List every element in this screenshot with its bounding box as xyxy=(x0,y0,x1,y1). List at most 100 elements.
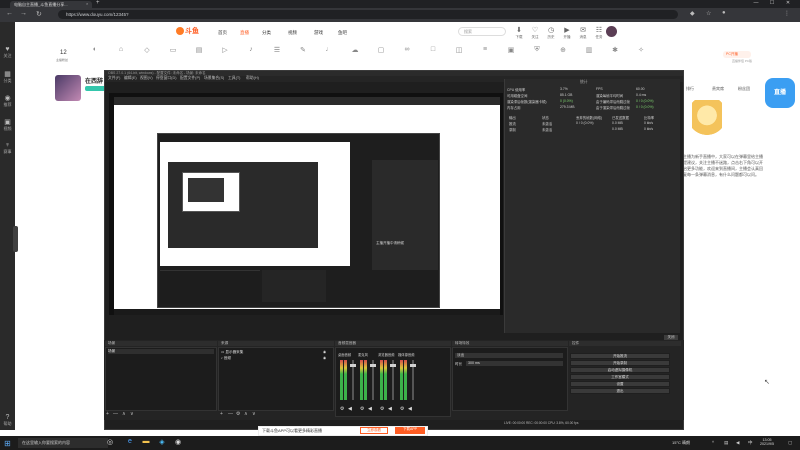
maximize-icon[interactable]: ☐ xyxy=(764,0,780,6)
remove-scene-button[interactable]: — xyxy=(113,411,118,417)
source-item-audio[interactable]: ♪ 音频 xyxy=(221,356,231,361)
nav-game[interactable]: 游戏 xyxy=(314,30,323,36)
site-search-input[interactable]: 搜索 xyxy=(458,27,506,36)
image-icon[interactable]: ▭ xyxy=(166,46,180,54)
obs-taskbar-icon[interactable]: ◉ xyxy=(172,438,184,448)
virtual-camera-button[interactable]: 启动虚拟摄像机 xyxy=(570,367,670,373)
sidebar-item-match[interactable]: ♆ 赛事 xyxy=(2,142,13,155)
extension-icon[interactable]: ◆ xyxy=(690,10,695,17)
banner-download-button[interactable]: 下载APP xyxy=(395,427,425,434)
nav-live[interactable]: 直播 xyxy=(240,30,249,36)
obs-menu-tools[interactable]: 工具(T) xyxy=(228,76,240,81)
rank-tab[interactable]: 排行 xyxy=(686,86,694,92)
browser-menu-icon[interactable]: ⋮ xyxy=(784,10,790,17)
settings-button[interactable]: 设置 xyxy=(570,381,670,387)
taskbar-clock[interactable]: 13:05 2021/9/5 xyxy=(760,438,774,446)
music-icon[interactable]: ♪ xyxy=(244,46,258,53)
windows-start-icon[interactable]: ⊞ xyxy=(4,439,11,448)
speaker-icon[interactable]: ◀ xyxy=(388,406,392,412)
add-source-button[interactable]: + xyxy=(220,411,223,417)
chart-icon[interactable]: ▥ xyxy=(582,46,596,54)
square-icon[interactable]: □ xyxy=(426,46,440,53)
visibility-eye-icon[interactable]: ◉ xyxy=(323,356,326,360)
star-icon[interactable]: ✧ xyxy=(634,46,648,54)
file-explorer-icon[interactable]: ▬ xyxy=(140,438,152,448)
volume-icon[interactable]: ◀ xyxy=(736,440,739,446)
fader-knob[interactable] xyxy=(370,364,376,367)
cloud-icon[interactable]: ☁ xyxy=(348,46,362,54)
address-bar[interactable]: https://www.douyu.com/12345? xyxy=(58,10,678,19)
tab-close-icon[interactable]: × xyxy=(86,1,88,6)
toggle-icon[interactable]: ◐ xyxy=(88,46,102,53)
fader-knob[interactable] xyxy=(350,364,356,367)
vip-tab[interactable]: 贵宾席 xyxy=(712,86,724,92)
transition-select[interactable]: 淡出 xyxy=(455,353,563,358)
link-icon[interactable]: ∞ xyxy=(400,46,414,53)
sidebar-item-video[interactable]: ▣ 视频 xyxy=(2,118,13,132)
gear-icon[interactable]: ⚙ xyxy=(340,406,344,412)
nav-video[interactable]: 视频 xyxy=(288,30,297,36)
forward-icon[interactable]: → xyxy=(20,10,27,17)
gift-icon[interactable]: ✱ xyxy=(608,46,622,54)
edge-icon[interactable]: e xyxy=(124,438,136,448)
profile-icon[interactable]: ● xyxy=(722,10,726,16)
exit-button[interactable]: 退出 xyxy=(570,388,670,394)
nav-yuba[interactable]: 鱼吧 xyxy=(338,30,347,36)
back-icon[interactable]: ← xyxy=(6,10,13,17)
mic-icon[interactable]: ♩ xyxy=(322,46,336,53)
add-scene-button[interactable]: + xyxy=(106,411,109,417)
pencil-icon[interactable]: ✎ xyxy=(296,46,310,54)
monitor-icon[interactable]: ▢ xyxy=(374,46,388,54)
taskbar-weather[interactable]: 15°C 晴朗 xyxy=(672,440,690,446)
list-icon[interactable]: ☰ xyxy=(270,46,284,54)
sidebar-item-recommend[interactable]: ◉ 推荐 xyxy=(2,94,13,108)
remove-source-button[interactable]: — xyxy=(228,411,233,417)
obs-menu-edit[interactable]: 编辑(E) xyxy=(124,76,137,81)
streamer-name[interactable]: 在西辞 xyxy=(85,76,103,85)
start-streaming-button[interactable]: 开始推流 xyxy=(570,353,670,359)
gear-icon[interactable]: ⚙ xyxy=(400,406,404,412)
banner-watch-button[interactable]: 立即观看 xyxy=(360,427,388,434)
studio-mode-button[interactable]: 工作室模式 xyxy=(570,374,670,380)
scene-up-button[interactable]: ∧ xyxy=(122,411,126,417)
duration-input[interactable]: 300 ms xyxy=(466,361,563,366)
obs-menu-view[interactable]: 视图(V) xyxy=(140,76,153,81)
reload-icon[interactable]: ↻ xyxy=(36,10,42,18)
sources-list[interactable] xyxy=(218,347,334,411)
gamepad-icon[interactable]: ⊕ xyxy=(556,46,570,54)
bookmark-icon[interactable]: ☆ xyxy=(706,10,711,17)
network-icon[interactable]: ▤ xyxy=(724,440,728,446)
start-recording-button[interactable]: 开始录制 xyxy=(570,360,670,366)
fader-knob[interactable] xyxy=(410,364,416,367)
layers-icon[interactable]: ≡ xyxy=(478,46,492,53)
folder-icon[interactable]: ▤ xyxy=(192,46,206,54)
pc-live-badge[interactable]: PC开播 xyxy=(723,51,751,58)
scenes-list[interactable] xyxy=(105,347,217,411)
gear-icon[interactable]: ⚙ xyxy=(380,406,384,412)
streamer-avatar[interactable] xyxy=(55,75,81,101)
user-avatar[interactable] xyxy=(606,26,617,37)
obs-menu-file[interactable]: 文件(F) xyxy=(108,76,120,81)
cube-icon[interactable]: ◇ xyxy=(140,46,154,54)
sidebar-item-category[interactable]: ▦ 分类 xyxy=(2,70,13,84)
gear-icon[interactable]: ⚙ xyxy=(360,406,364,412)
scene-down-button[interactable]: ∨ xyxy=(130,411,134,417)
obs-menu-help[interactable]: 帮助(H) xyxy=(246,76,259,81)
source-settings-gear-icon[interactable]: ⚙ xyxy=(236,411,240,417)
obs-menu-docks[interactable]: 停靠窗口(D) xyxy=(156,76,176,81)
new-tab-icon[interactable]: + xyxy=(96,0,100,6)
fader-knob[interactable] xyxy=(390,364,396,367)
nav-category[interactable]: 分类 xyxy=(262,30,271,36)
obs-menu-profile[interactable]: 配置文件(P) xyxy=(180,76,200,81)
minimize-icon[interactable]: — xyxy=(748,0,764,6)
sidebar-item-follow[interactable]: ♥ 关注 xyxy=(2,46,13,59)
scene-item[interactable]: 场景 xyxy=(108,349,214,354)
taskview-icon[interactable]: ◎ xyxy=(104,438,116,448)
sidebar-item-help[interactable]: ? 帮助 xyxy=(2,414,13,427)
ime-icon[interactable]: 中 xyxy=(748,440,753,446)
speaker-icon[interactable]: ◀ xyxy=(408,406,412,412)
visibility-eye-icon[interactable]: ◉ xyxy=(323,350,326,354)
notification-icon[interactable]: ▢ xyxy=(788,440,792,446)
site-logo[interactable]: 斗鱼 xyxy=(176,26,199,36)
nav-home[interactable]: 首页 xyxy=(218,30,227,36)
